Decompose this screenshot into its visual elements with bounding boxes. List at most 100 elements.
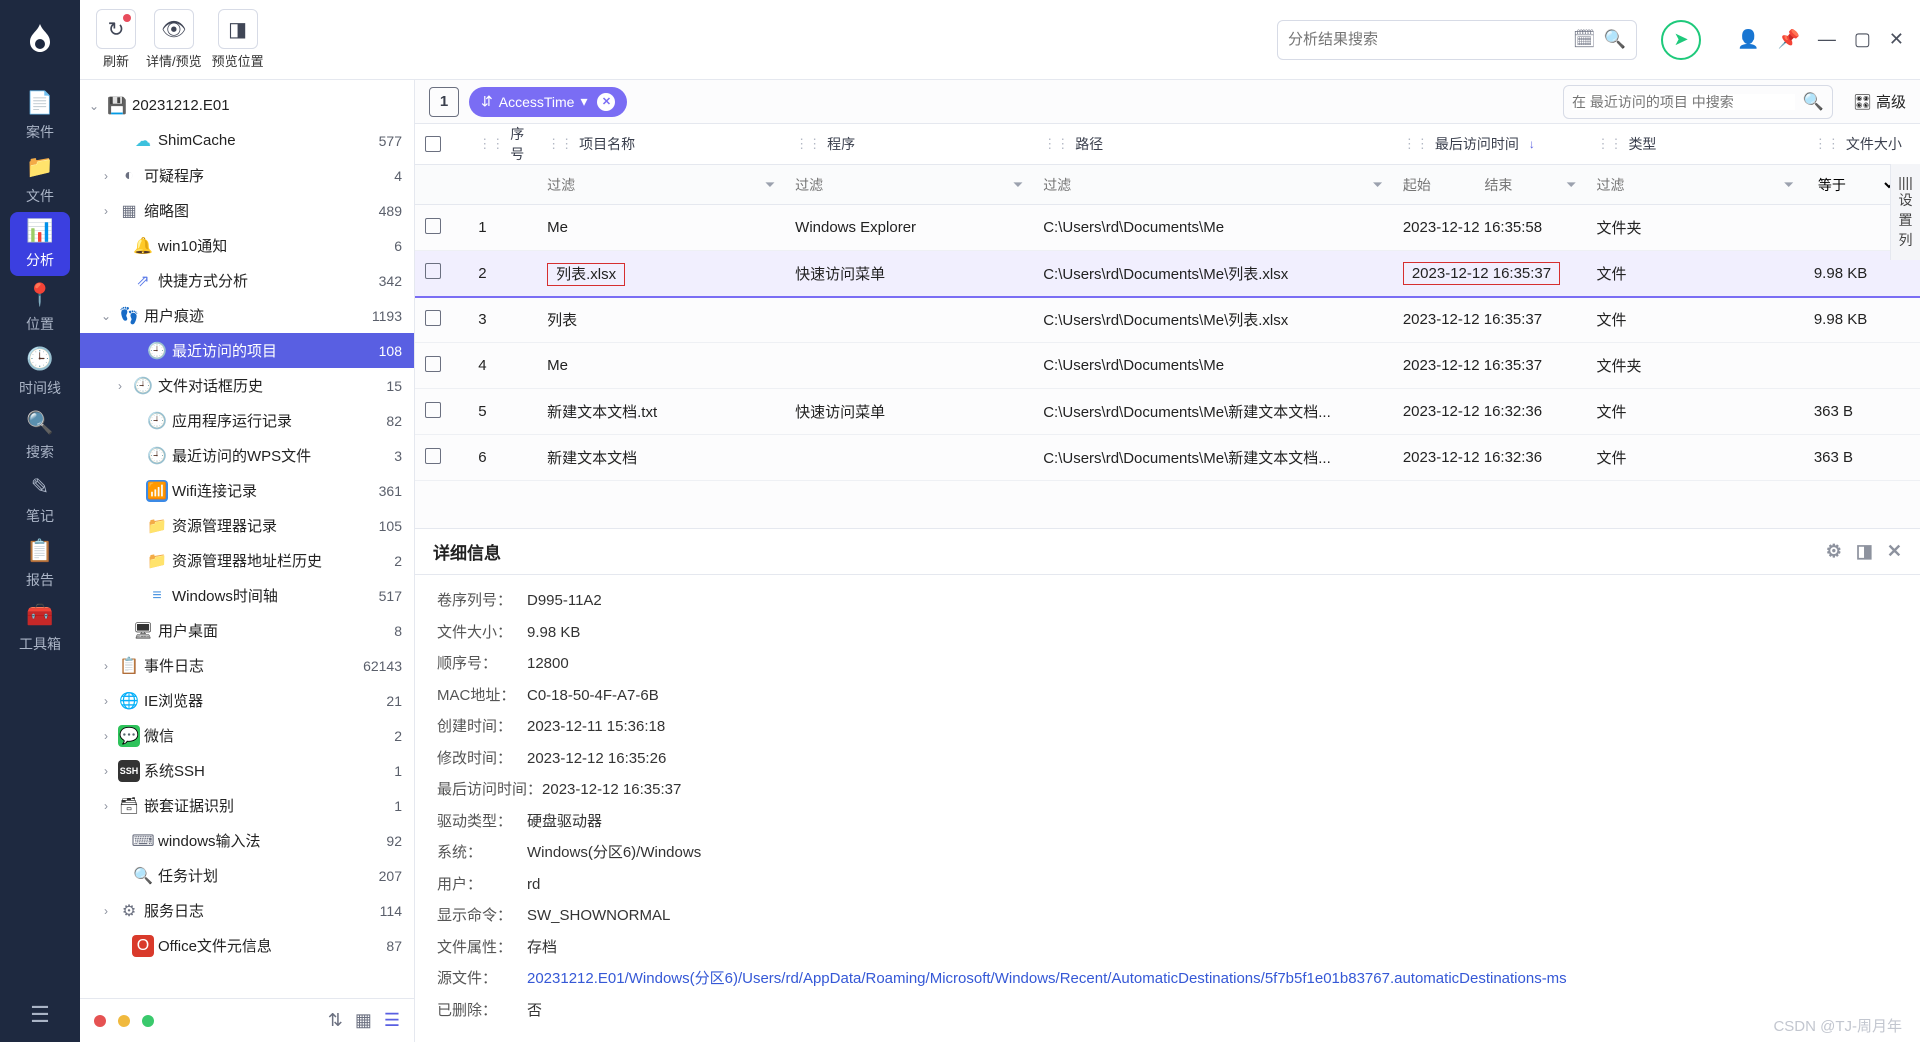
- rail-item-0[interactable]: 📄案件: [10, 84, 70, 148]
- rail-item-8[interactable]: 🧰工具箱: [10, 596, 70, 660]
- pill-close-icon[interactable]: ✕: [597, 93, 615, 111]
- traffic-green-icon[interactable]: [142, 1015, 154, 1027]
- local-search-input[interactable]: [1572, 94, 1795, 110]
- drag-handle-icon[interactable]: ⋮⋮: [1403, 136, 1429, 152]
- rail-item-5[interactable]: 🔍搜索: [10, 404, 70, 468]
- refresh-button[interactable]: ↻: [96, 9, 136, 49]
- funnel-icon[interactable]: ⏷: [1783, 177, 1793, 193]
- row-checkbox[interactable]: [425, 263, 441, 279]
- detail-value[interactable]: 20231212.E01/Windows(分区6)/Users/rd/AppDa…: [527, 970, 1567, 987]
- calendar-icon[interactable]: 🗓: [1573, 29, 1596, 50]
- funnel-icon[interactable]: ⏷: [1372, 177, 1382, 193]
- drag-handle-icon[interactable]: ⋮⋮: [547, 136, 573, 152]
- column-filter-input[interactable]: [547, 177, 759, 193]
- global-search-input[interactable]: [1288, 31, 1565, 48]
- tree-item[interactable]: ›🌐IE浏览器21: [80, 683, 414, 718]
- close-icon[interactable]: ✕: [1889, 29, 1904, 50]
- drag-handle-icon[interactable]: ⋮⋮: [478, 136, 504, 152]
- column-filter-input[interactable]: [1596, 177, 1777, 193]
- table-row[interactable]: 4MeC:\Users\rd\Documents\Me2023-12-12 16…: [415, 343, 1920, 389]
- grid-icon[interactable]: ▦: [355, 1010, 372, 1031]
- row-checkbox[interactable]: [425, 402, 441, 418]
- table-row[interactable]: 5新建文本文档.txt快速访问菜单C:\Users\rd\Documents\M…: [415, 389, 1920, 435]
- tree-item[interactable]: ⌨windows输入法92: [80, 823, 414, 858]
- filter-op[interactable]: 等于: [1814, 176, 1898, 194]
- sort-pill[interactable]: ⇵ AccessTime ▾ ✕: [469, 87, 627, 117]
- tree-scroll[interactable]: ⌄ 💾 20231212.E01 ☁ShimCache577›◐可疑程序4›▦缩…: [80, 80, 414, 998]
- funnel-icon[interactable]: ⏷: [1566, 177, 1576, 193]
- column-header[interactable]: 序号: [510, 124, 527, 164]
- table-row[interactable]: 1MeWindows ExplorerC:\Users\rd\Documents…: [415, 205, 1920, 251]
- tree-item[interactable]: 🔔win10通知6: [80, 228, 414, 263]
- tab-chip[interactable]: 1: [429, 87, 459, 117]
- row-checkbox[interactable]: [425, 218, 441, 234]
- column-filter-input[interactable]: [795, 177, 1007, 193]
- traffic-red-icon[interactable]: [94, 1015, 106, 1027]
- user-icon[interactable]: 👤: [1737, 29, 1759, 50]
- list-icon[interactable]: ☰: [384, 1010, 400, 1031]
- minimize-icon[interactable]: —: [1818, 29, 1836, 50]
- global-search[interactable]: 🗓 🔍: [1277, 20, 1637, 60]
- tree-item[interactable]: ›▦缩略图489: [80, 193, 414, 228]
- tree-item[interactable]: ›💬微信2: [80, 718, 414, 753]
- row-checkbox[interactable]: [425, 310, 441, 326]
- gear-icon[interactable]: ⚙: [1826, 541, 1842, 562]
- column-filter-input[interactable]: [1043, 177, 1366, 193]
- drag-handle-icon[interactable]: ⋮⋮: [1814, 136, 1840, 152]
- column-header[interactable]: 项目名称: [579, 134, 635, 154]
- tree-item[interactable]: 🕘最近访问的WPS文件3: [80, 438, 414, 473]
- table-row[interactable]: 6新建文本文档C:\Users\rd\Documents\Me\新建文本文档..…: [415, 435, 1920, 481]
- filter-icon[interactable]: ⇅: [328, 1010, 343, 1031]
- column-header[interactable]: 路径: [1075, 134, 1103, 154]
- tree-item[interactable]: 🕘应用程序运行记录82: [80, 403, 414, 438]
- tree-item[interactable]: ›◐可疑程序4: [80, 158, 414, 193]
- tree-item[interactable]: 🕘最近访问的项目108: [80, 333, 414, 368]
- column-header[interactable]: 最后访问时间: [1435, 134, 1519, 154]
- table-row[interactable]: 2列表.xlsx快速访问菜单C:\Users\rd\Documents\Me\列…: [415, 251, 1920, 297]
- rail-item-1[interactable]: 📁文件: [10, 148, 70, 212]
- drag-handle-icon[interactable]: ⋮⋮: [1043, 136, 1069, 152]
- tree-item[interactable]: ›⚙服务日志114: [80, 893, 414, 928]
- drag-handle-icon[interactable]: ⋮⋮: [1596, 136, 1622, 152]
- send-button[interactable]: ➤: [1661, 20, 1701, 60]
- rail-item-2[interactable]: 📊分析: [10, 212, 70, 276]
- advanced-button[interactable]: 🎛 高级: [1853, 91, 1906, 112]
- column-header[interactable]: 类型: [1628, 134, 1656, 154]
- preview-position-button[interactable]: ◨: [218, 9, 258, 49]
- funnel-icon[interactable]: ⏷: [1013, 177, 1023, 193]
- search-icon[interactable]: 🔍: [1803, 92, 1824, 112]
- local-search[interactable]: 🔍: [1563, 85, 1833, 119]
- row-checkbox[interactable]: [425, 448, 441, 464]
- tree-item[interactable]: ›🕘文件对话框历史15: [80, 368, 414, 403]
- rail-item-3[interactable]: 📍位置: [10, 276, 70, 340]
- tree-item[interactable]: 📁资源管理器地址栏历史2: [80, 543, 414, 578]
- pin-icon[interactable]: 📌: [1777, 29, 1799, 50]
- tree-item[interactable]: 📁资源管理器记录105: [80, 508, 414, 543]
- table-scroll[interactable]: ⋮⋮序号⋮⋮项目名称⋮⋮程序⋮⋮路径⋮⋮最后访问时间↓⋮⋮类型⋮⋮文件大小 ⏷⏷…: [415, 124, 1920, 528]
- tree-root[interactable]: ⌄ 💾 20231212.E01: [80, 88, 414, 123]
- search-icon[interactable]: 🔍: [1604, 29, 1626, 50]
- traffic-yellow-icon[interactable]: [118, 1015, 130, 1027]
- rail-item-7[interactable]: 📋报告: [10, 532, 70, 596]
- tree-item[interactable]: 🖥用户桌面8: [80, 613, 414, 648]
- tree-item[interactable]: OOffice文件元信息87: [80, 928, 414, 963]
- tree-item[interactable]: ☁ShimCache577: [80, 123, 414, 158]
- detail-body[interactable]: 卷序列号：D995-11A2文件大小：9.98 KB顺序号：12800MAC地址…: [415, 575, 1920, 1042]
- column-header[interactable]: 程序: [827, 134, 855, 154]
- close-detail-icon[interactable]: ✕: [1887, 541, 1902, 562]
- rail-item-6[interactable]: ✎笔记: [10, 468, 70, 532]
- tree-item[interactable]: ›SSH系统SSH1: [80, 753, 414, 788]
- hamburger-icon[interactable]: ☰: [30, 1002, 50, 1028]
- rail-item-4[interactable]: 🕒时间线: [10, 340, 70, 404]
- maximize-icon[interactable]: ▢: [1854, 29, 1871, 50]
- tree-item[interactable]: 🔍任务计划207: [80, 858, 414, 893]
- tree-item[interactable]: ⇗快捷方式分析342: [80, 263, 414, 298]
- configure-columns[interactable]: ||||设置列: [1890, 164, 1920, 260]
- table-row[interactable]: 3列表C:\Users\rd\Documents\Me\列表.xlsx2023-…: [415, 297, 1920, 343]
- filter-start[interactable]: [1403, 177, 1479, 193]
- filter-end[interactable]: [1484, 177, 1560, 193]
- drag-handle-icon[interactable]: ⋮⋮: [795, 136, 821, 152]
- detail-preview-button[interactable]: 👁: [154, 9, 194, 49]
- tree-item[interactable]: ›📋事件日志62143: [80, 648, 414, 683]
- select-all-checkbox[interactable]: [425, 136, 441, 152]
